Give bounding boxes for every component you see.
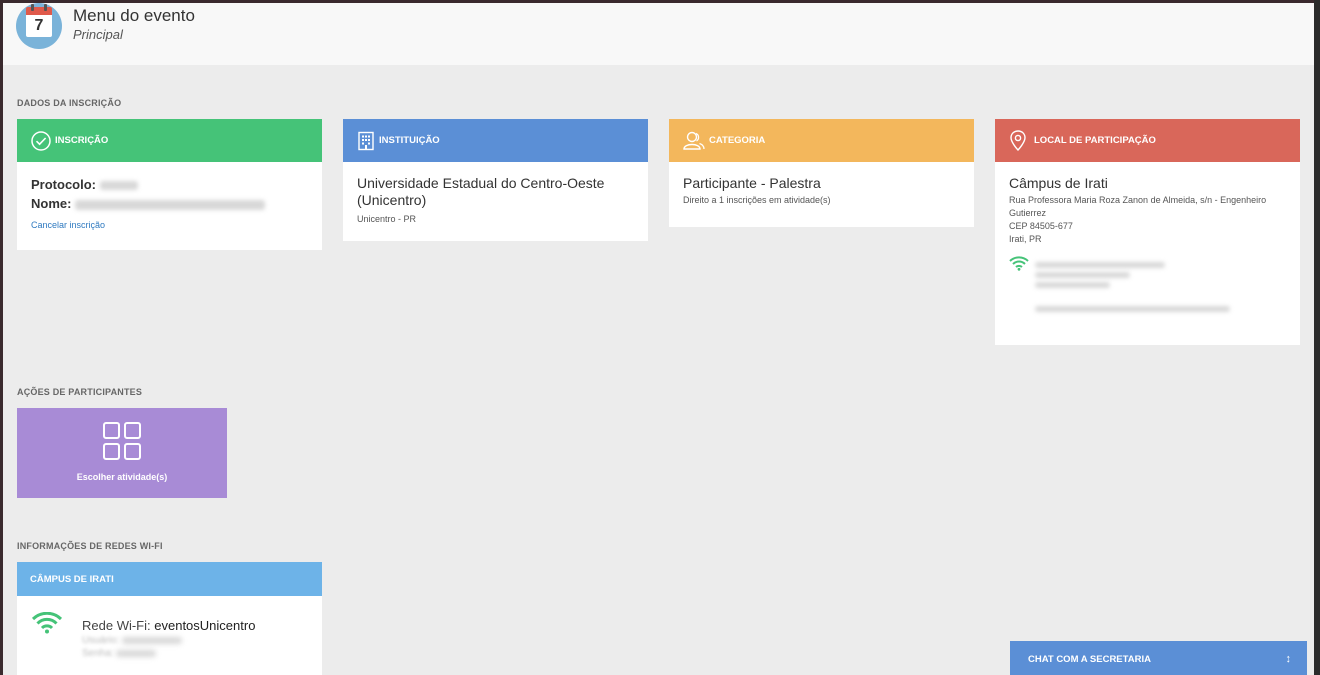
wifi-info-redacted [1035, 272, 1130, 278]
wifi-campus-title: CÂMPUS DE IRATI [30, 573, 114, 585]
wifi-password-redacted [116, 649, 157, 657]
wifi-network-label: Rede Wi-Fi: [82, 618, 151, 633]
card-instituicao-header: INSTITUIÇÃO [343, 119, 648, 162]
wifi-password-label: Senha: [82, 648, 114, 659]
wifi-info-redacted [1035, 306, 1230, 312]
calendar-day: 7 [26, 15, 52, 37]
page-header: 7 Menu do evento Principal [3, 3, 1314, 65]
window-scrollbar[interactable] [1314, 0, 1320, 675]
location-name: Câmpus de Irati [1009, 175, 1108, 191]
institution-name: Universidade Estadual do Centro-Oeste (U… [357, 175, 605, 208]
wifi-icon [1009, 256, 1029, 271]
users-icon [683, 131, 705, 150]
building-icon [358, 131, 374, 150]
wifi-user-label: Usuário: [82, 635, 120, 646]
map-pin-icon [1010, 129, 1026, 151]
category-name: Participante - Palestra [683, 175, 821, 191]
nome-label: Nome: [31, 196, 72, 211]
location-city: Irati, PR [1009, 234, 1042, 244]
card-categoria-title: CATEGORIA [709, 135, 766, 146]
section-wifi-label: INFORMAÇÕES DE REDES WI-FI [17, 541, 163, 551]
card-inscricao-header: INSCRIÇÃO [17, 119, 322, 162]
card-instituicao-title: INSTITUIÇÃO [379, 135, 440, 146]
wifi-icon [31, 612, 63, 634]
choose-activity-label: Escolher atividade(s) [76, 472, 168, 482]
location-cep: CEP 84505-677 [1009, 221, 1073, 231]
institution-location: Unicentro - PR [357, 214, 417, 224]
calendar-icon: 7 [16, 3, 62, 49]
section-actions-label: AÇÕES DE PARTICIPANTES [17, 387, 143, 397]
chat-toggle-icon: ↕ [1285, 653, 1292, 665]
wifi-info-redacted [1035, 282, 1110, 288]
protocolo-value-redacted [99, 181, 138, 191]
check-circle-icon [31, 130, 51, 151]
category-detail: Direito a 1 inscrições em atividade(s) [683, 195, 831, 205]
card-wifi-header: CÂMPUS DE IRATI [17, 562, 322, 596]
chat-label: CHAT COM A SECRETARIA [1028, 653, 1151, 665]
nome-value-redacted [75, 199, 266, 210]
section-registration-label: DADOS DA INSCRIÇÃO [17, 98, 122, 108]
card-inscricao: INSCRIÇÃO Protocolo: Nome: Cancelar insc… [17, 119, 322, 250]
page-subtitle: Principal [73, 27, 123, 42]
wifi-user-redacted [122, 636, 183, 644]
protocolo-label: Protocolo: [31, 177, 96, 192]
card-local: LOCAL DE PARTICIPAÇÃO Câmpus de Irati Ru… [995, 119, 1300, 345]
wifi-network-name: eventosUnicentro [154, 618, 256, 633]
card-wifi: CÂMPUS DE IRATI Rede Wi-Fi: eventosUnice… [17, 562, 322, 675]
card-instituicao: INSTITUIÇÃO Universidade Estadual do Cen… [343, 119, 648, 241]
app-frame: 7 Menu do evento Principal DADOS DA INSC… [3, 3, 1314, 675]
card-categoria-header: CATEGORIA [669, 119, 974, 162]
wifi-info-redacted [1035, 262, 1165, 268]
cancel-registration-link[interactable]: Cancelar inscrição [31, 220, 105, 230]
grid-icon [103, 422, 141, 460]
card-local-header: LOCAL DE PARTICIPAÇÃO [995, 119, 1300, 162]
card-categoria: CATEGORIA Participante - Palestra Direit… [669, 119, 974, 227]
page-title: Menu do evento [73, 6, 195, 25]
card-inscricao-title: INSCRIÇÃO [55, 135, 109, 146]
location-address: Rua Professora Maria Roza Zanon de Almei… [1009, 195, 1267, 218]
chat-secretaria-button[interactable]: CHAT COM A SECRETARIA ↕ [1010, 641, 1307, 675]
choose-activity-button[interactable]: Escolher atividade(s) [17, 408, 227, 498]
card-local-title: LOCAL DE PARTICIPAÇÃO [1034, 135, 1156, 146]
